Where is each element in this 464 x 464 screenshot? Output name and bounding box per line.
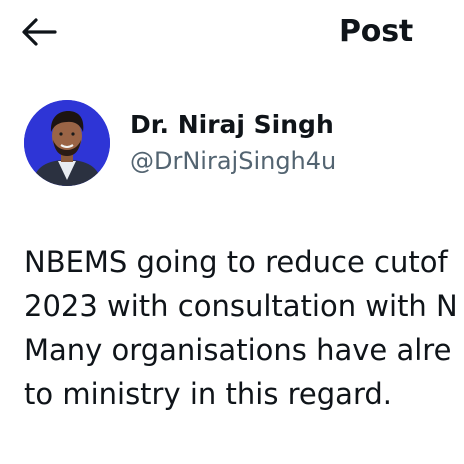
author-display-name[interactable]: Dr. Niraj Singh: [130, 109, 334, 141]
author-handle[interactable]: @DrNirajSingh4u: [130, 145, 336, 177]
page-title: Post: [339, 14, 413, 49]
post-text-line: NBEMS going to reduce cutof: [24, 245, 448, 279]
arrow-left-icon: [22, 18, 57, 46]
top-bar: Post: [0, 0, 464, 64]
avatar-portrait-icon: [24, 100, 110, 186]
post-text: NBEMS going to reduce cutof 2023 with co…: [24, 240, 464, 416]
post-author: Dr. Niraj Singh @DrNirajSingh4u: [22, 100, 462, 192]
post-text-line: Many organisations have alre: [24, 333, 452, 367]
post-text-line: to ministry in this regard.: [24, 377, 392, 411]
back-button[interactable]: [18, 12, 62, 52]
post-text-line: 2023 with consultation with N: [24, 289, 458, 323]
avatar[interactable]: [24, 100, 110, 186]
